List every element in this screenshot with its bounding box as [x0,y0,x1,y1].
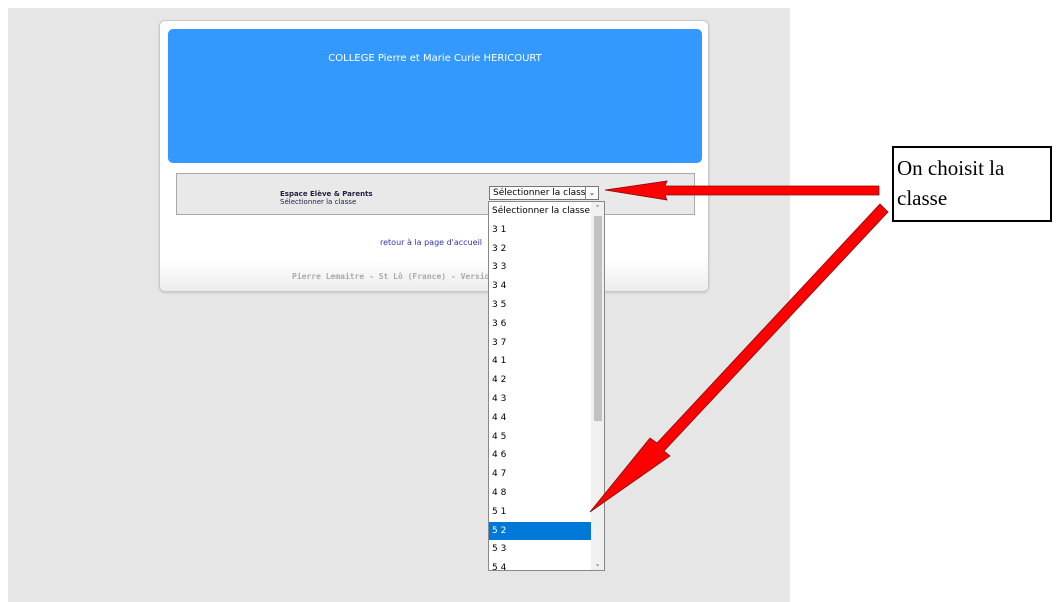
dropdown-option[interactable]: 5 1 [489,503,593,522]
dropdown-option[interactable]: 4 4 [489,409,593,428]
dropdown-option[interactable]: 3 1 [489,221,593,240]
panel-title: Espace Elève & Parents [280,190,373,198]
dropdown-option[interactable]: 3 6 [489,315,593,334]
main-card: COLLEGE Pierre et Marie Curie HERICOURT … [159,20,709,292]
dropdown-option[interactable]: 3 2 [489,240,593,259]
home-link[interactable]: retour à la page d'accueil [380,238,482,247]
dropdown-option[interactable]: Sélectionner la classe [489,202,593,221]
class-select[interactable]: Sélectionner la classe ⌄ [489,186,599,200]
dropdown-option[interactable]: 3 4 [489,277,593,296]
scroll-thumb[interactable] [594,216,602,421]
panel-subtitle: Sélectionner la classe [280,198,357,206]
dropdown-option[interactable]: 4 1 [489,352,593,371]
dropdown-scrollbar[interactable]: ⌃ ⌄ [591,202,604,570]
school-name: COLLEGE Pierre et Marie Curie HERICOURT [328,53,542,64]
dropdown-option[interactable]: 5 2 [489,521,593,541]
footer-text: Pierre Lemaitre - St Lô (France) - Versi… [292,272,490,281]
dropdown-option[interactable]: 3 3 [489,258,593,277]
dropdown-option[interactable]: 5 4 [489,559,593,570]
dropdown-option[interactable]: 4 6 [489,446,593,465]
dropdown-option[interactable]: 5 3 [489,540,593,559]
dropdown-option[interactable]: 4 2 [489,371,593,390]
chevron-down-icon[interactable]: ⌄ [585,187,598,199]
class-select-value: Sélectionner la classe [493,188,592,198]
dropdown-option[interactable]: 3 5 [489,296,593,315]
dropdown-option[interactable]: 4 3 [489,390,593,409]
annotation-callout: On choisit la classe [892,146,1052,222]
dropdown-option[interactable]: 3 7 [489,334,593,353]
class-dropdown-list[interactable]: Sélectionner la classe 3 13 23 33 43 53 6… [488,201,605,571]
dropdown-option[interactable]: 4 7 [489,465,593,484]
header-banner: COLLEGE Pierre et Marie Curie HERICOURT [168,29,702,163]
dropdown-option[interactable]: 4 5 [489,428,593,447]
dropdown-option[interactable]: 4 8 [489,484,593,503]
dropdown-options: Sélectionner la classe 3 13 23 33 43 53 6… [489,202,593,570]
scroll-down-icon[interactable]: ⌄ [591,558,604,570]
student-parent-panel: Espace Elève & Parents Sélectionner la c… [176,173,695,215]
scroll-up-icon[interactable]: ⌃ [591,202,604,214]
